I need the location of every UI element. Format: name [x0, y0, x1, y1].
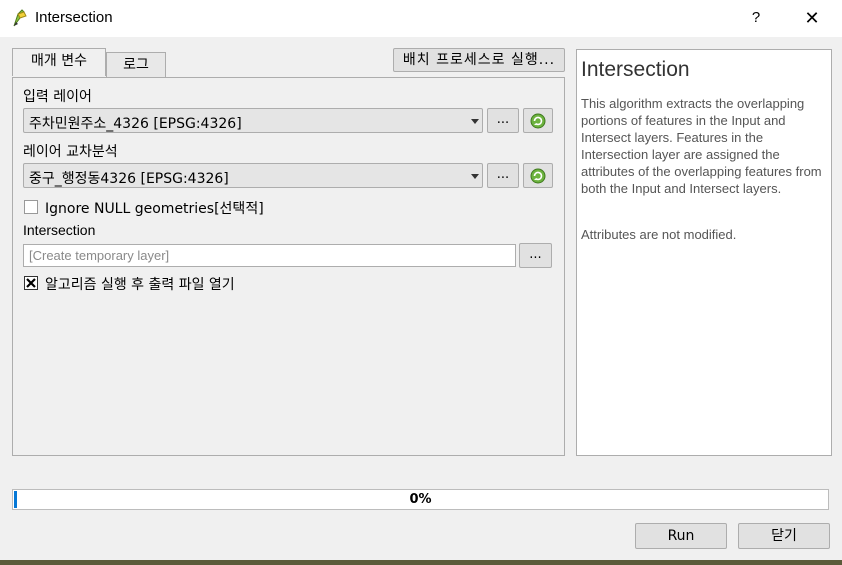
output-path-input[interactable]: [24, 245, 515, 266]
help-description: This algorithm extracts the overlapping …: [581, 96, 822, 196]
output-path-field[interactable]: [23, 244, 516, 267]
overlay-layer-iterate-button[interactable]: [523, 163, 553, 188]
open-output-label: 알고리즘 실행 후 출력 파일 열기: [45, 277, 235, 293]
batch-process-button[interactable]: 배치 프로세스로 실행...: [393, 48, 565, 72]
close-window-button[interactable]: ✕: [798, 5, 826, 31]
background-strip: [0, 560, 842, 565]
output-browse-button[interactable]: ...: [519, 243, 552, 268]
input-layer-browse-button[interactable]: ...: [487, 108, 519, 133]
output-label: Intersection: [23, 222, 96, 238]
input-layer-value: 주차민원주소_4326 [EPSG:4326]: [29, 116, 242, 132]
chevron-down-icon: [471, 119, 479, 124]
help-panel: Intersection This algorithm extracts the…: [576, 49, 832, 456]
ignore-null-label: Ignore NULL geometries[선택적]: [45, 201, 264, 217]
run-button[interactable]: Run: [635, 523, 727, 549]
close-button[interactable]: 닫기: [738, 523, 830, 549]
check-icon: [26, 278, 36, 288]
title-bar: Intersection ? ✕: [0, 0, 842, 37]
chevron-down-icon: [471, 174, 479, 179]
progress-bar: 0%: [12, 489, 829, 510]
overlay-layer-browse-button[interactable]: ...: [487, 163, 519, 188]
input-layer-iterate-button[interactable]: [523, 108, 553, 133]
ignore-null-checkbox[interactable]: [24, 200, 38, 214]
overlay-layer-value: 중구_행정동4326 [EPSG:4326]: [29, 171, 229, 187]
progress-text: 0%: [409, 492, 432, 507]
overlay-layer-combo[interactable]: 중구_행정동4326 [EPSG:4326]: [23, 163, 483, 188]
input-layer-combo[interactable]: 주차민원주소_4326 [EPSG:4326]: [23, 108, 483, 133]
help-button[interactable]: ?: [744, 6, 768, 30]
overlay-layer-label: 레이어 교차분석: [23, 144, 118, 160]
help-note: Attributes are not modified.: [581, 227, 737, 242]
window-title: Intersection: [35, 9, 113, 26]
iterate-icon: [530, 113, 546, 129]
open-output-checkbox[interactable]: [24, 276, 38, 290]
iterate-icon: [530, 168, 546, 184]
help-title: Intersection: [581, 58, 690, 81]
tab-log[interactable]: 로그: [106, 52, 166, 77]
tab-parameters[interactable]: 매개 변수: [12, 48, 106, 76]
input-layer-label: 입력 레이어: [23, 89, 92, 105]
qgis-app-icon: [13, 9, 27, 27]
